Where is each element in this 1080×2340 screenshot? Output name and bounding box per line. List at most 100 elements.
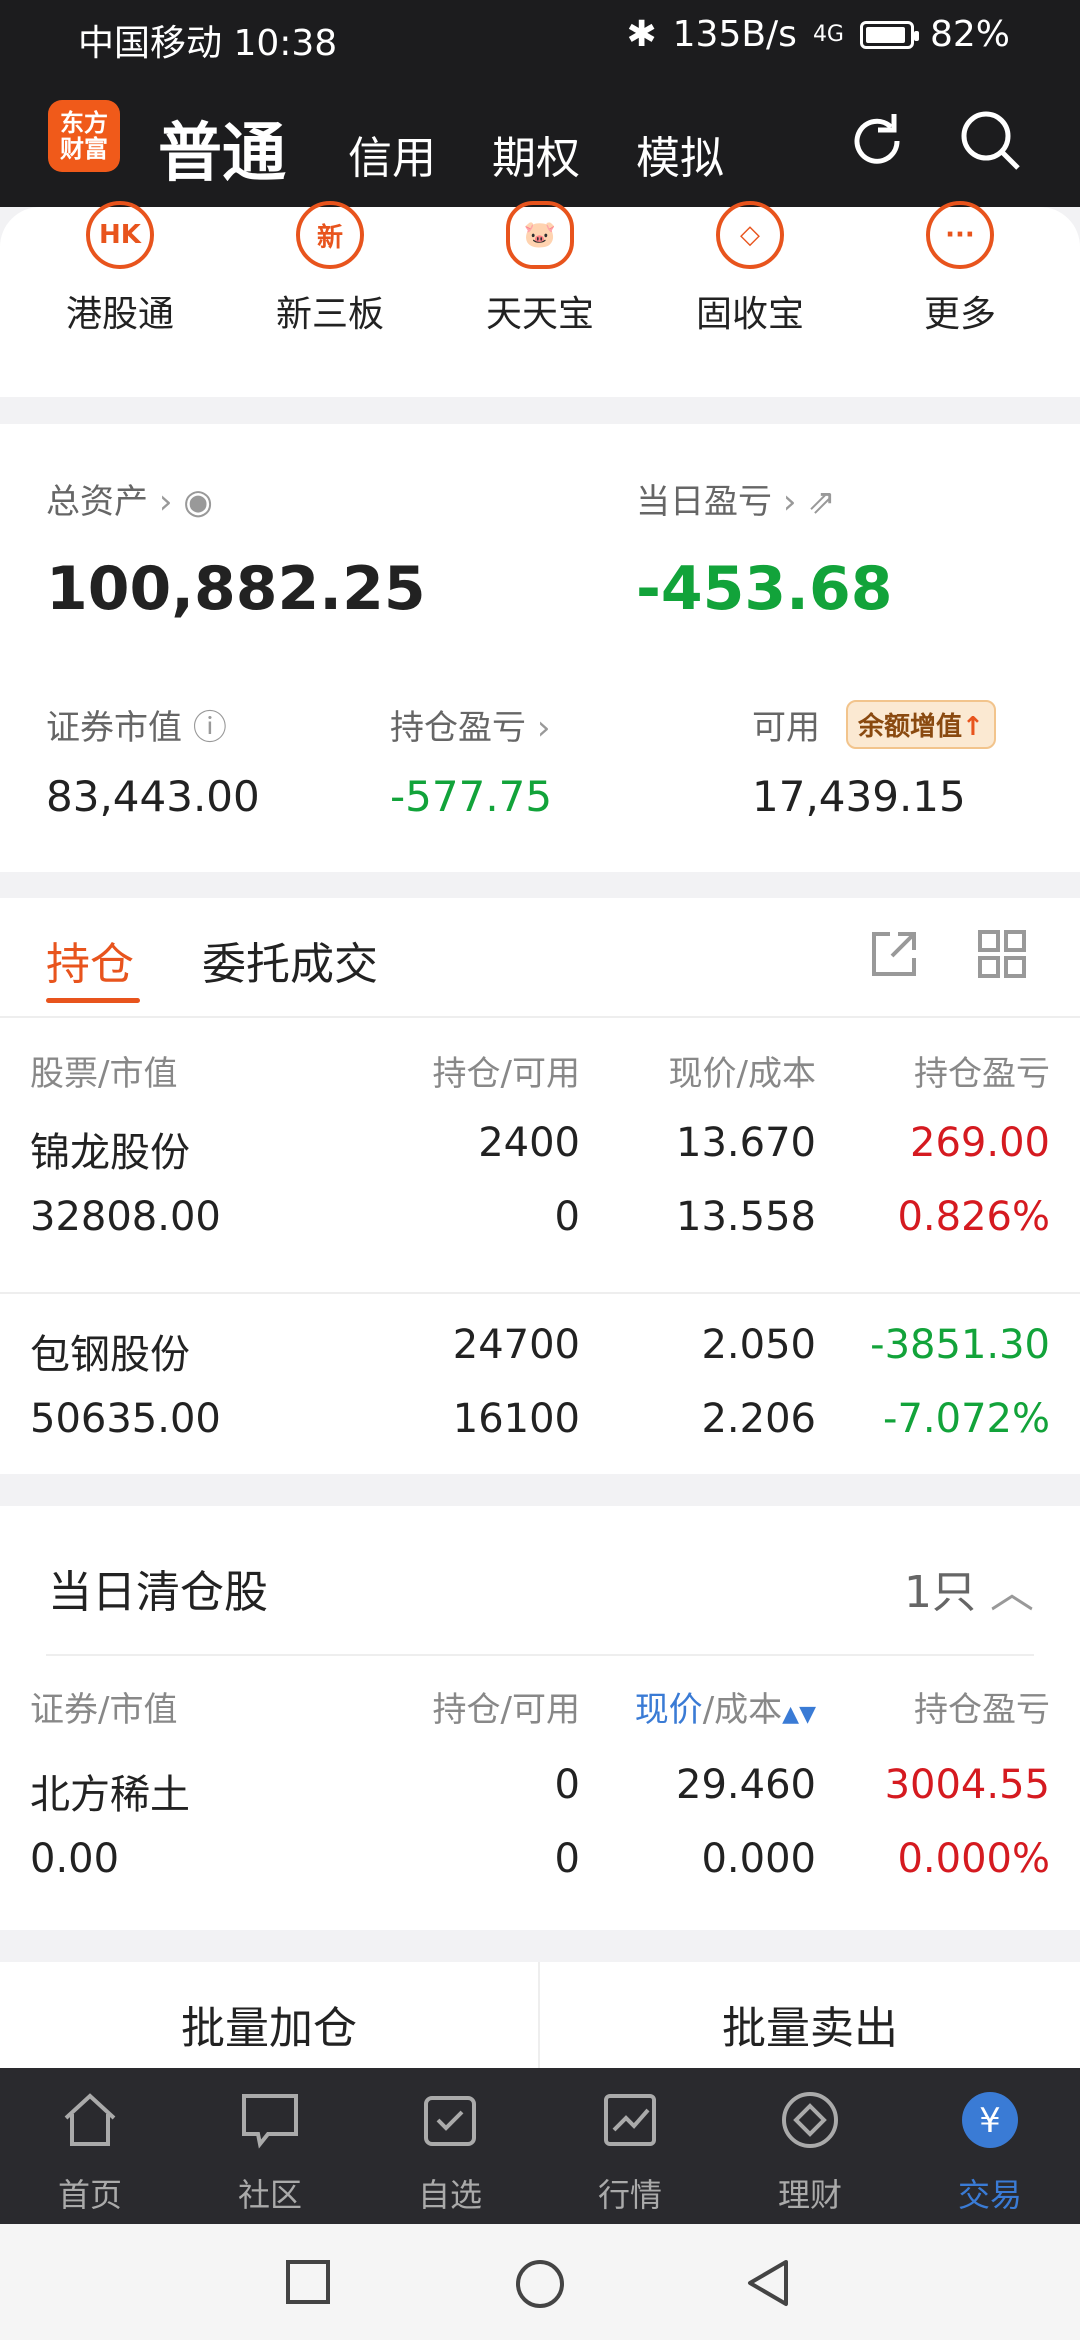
grid-icon[interactable] <box>976 928 1028 980</box>
diamond-icon <box>782 2092 838 2148</box>
eye-icon[interactable]: ◉ <box>183 482 213 522</box>
daily-pl-value: -453.68 <box>636 554 893 624</box>
nav-trade[interactable]: ¥ 交易 <box>930 2088 1050 2216</box>
available-value: 17,439.15 <box>752 772 966 821</box>
sort-icon: ▲▼ <box>782 1702 816 1727</box>
money-bag-icon: ◇ <box>716 201 784 269</box>
nav-label: 理财 <box>777 2176 842 2214</box>
refresh-icon[interactable] <box>842 106 912 176</box>
stock-name: 包钢股份 <box>30 1332 190 1378</box>
pl: 269.00 <box>910 1120 1050 1166</box>
status-bar: 中国移动 10:38 ✱ 135B/s 4G 82% <box>0 0 1080 82</box>
quick-links: HK 港股通 新 新三板 🐷 天天宝 ◇ 固收宝 ··· 更多 <box>0 201 1080 397</box>
nav-market[interactable]: 行情 <box>570 2088 690 2216</box>
quick-link-gsb[interactable]: ◇ 固收宝 <box>670 201 830 337</box>
export-icon[interactable] <box>868 928 920 980</box>
piggy-bank-icon: 🐷 <box>506 201 574 269</box>
divider <box>0 1292 1080 1294</box>
position-pl-label[interactable]: 持仓盈亏 › <box>390 700 550 749</box>
battery-icon <box>859 20 919 49</box>
cost: 0.000 <box>701 1836 816 1882</box>
nav-label: 社区 <box>237 2176 302 2214</box>
price: 2.050 <box>701 1322 816 1368</box>
nav-community[interactable]: 社区 <box>210 2088 330 2216</box>
search-icon[interactable] <box>956 106 1026 176</box>
nav-label: 自选 <box>417 2176 482 2214</box>
batch-add-button[interactable]: 批量加仓 <box>0 1962 538 2068</box>
pl: 3004.55 <box>884 1762 1050 1808</box>
cleared-toggle[interactable]: 1只 ︿ <box>904 1556 1034 1620</box>
balance-boost-badge[interactable]: 余额增值↑ <box>846 700 996 749</box>
quick-link-label: 固收宝 <box>695 294 804 335</box>
quick-link-neeq[interactable]: 新 新三板 <box>250 201 410 337</box>
daily-pl-label[interactable]: 当日盈亏 › ⇗ <box>636 474 836 523</box>
nav-watchlist[interactable]: 自选 <box>390 2088 510 2216</box>
header-pl: 持仓盈亏 <box>914 1690 1050 1730</box>
stock-name: 北方稀土 <box>30 1772 190 1818</box>
chart-icon <box>604 2094 656 2146</box>
tab-simulate[interactable]: 模拟 <box>636 122 724 186</box>
quick-link-more[interactable]: ··· 更多 <box>880 201 1040 337</box>
quick-link-label: 新三板 <box>275 294 384 335</box>
pl-pct: 0.000% <box>897 1836 1050 1882</box>
nav-label: 交易 <box>957 2176 1022 2214</box>
cleared-title: 当日清仓股 <box>48 1567 268 1618</box>
chevron-right-icon: › <box>782 482 797 522</box>
price: 29.460 <box>676 1762 816 1808</box>
stock-market-value: 32808.00 <box>30 1194 221 1240</box>
nav-home[interactable]: 首页 <box>30 2088 150 2216</box>
batch-sell-button[interactable]: 批量卖出 <box>540 1962 1080 2068</box>
divider <box>46 1654 1034 1656</box>
tab-options[interactable]: 期权 <box>492 122 580 186</box>
battery-percent: 82% <box>929 14 1010 55</box>
market-value-label[interactable]: 证券市值 ⓘ <box>46 700 227 749</box>
pl-pct: -7.072% <box>883 1396 1050 1442</box>
yuan-icon: ¥ <box>962 2092 1018 2148</box>
cost: 2.206 <box>701 1396 816 1442</box>
stock-market-value: 50635.00 <box>30 1396 221 1442</box>
signal-icon: 4G <box>812 22 844 47</box>
tab-normal[interactable]: 普通 <box>158 102 286 194</box>
total-assets-label[interactable]: 总资产 › ◉ <box>46 474 213 523</box>
pl: -3851.30 <box>870 1322 1050 1368</box>
assets-card: 总资产 › ◉ 100,882.25 当日盈亏 › ⇗ -453.68 证券市值… <box>0 424 1080 872</box>
chat-icon <box>242 2094 298 2149</box>
bluetooth-icon: ✱ <box>626 14 657 55</box>
chevron-right-icon: › <box>158 482 173 522</box>
new-icon: 新 <box>296 201 364 269</box>
quick-link-hk[interactable]: HK 港股通 <box>40 201 200 337</box>
available-label: 可用 <box>752 708 820 748</box>
divider <box>0 1016 1080 1018</box>
checkbox-icon <box>424 2096 476 2146</box>
tab-orders[interactable]: 委托成交 <box>202 928 378 992</box>
cleared-count: 1只 <box>904 1567 976 1618</box>
batch-bar: 批量加仓 批量卖出 <box>0 1962 1080 2068</box>
available: 16100 <box>452 1396 580 1442</box>
recent-apps-icon[interactable] <box>284 2258 332 2306</box>
home-circle-icon[interactable] <box>514 2258 566 2310</box>
back-icon[interactable] <box>744 2258 794 2308</box>
nav-wealth[interactable]: 理财 <box>750 2088 870 2216</box>
total-assets-value: 100,882.25 <box>46 554 426 624</box>
help-icon[interactable]: ⓘ <box>193 708 227 748</box>
nav-label: 行情 <box>597 2176 662 2214</box>
more-icon: ··· <box>926 201 994 269</box>
header-price: 现价/成本 <box>668 1054 816 1094</box>
quick-link-label: 更多 <box>923 294 996 335</box>
holding: 24700 <box>452 1322 580 1368</box>
svg-text:¥: ¥ <box>979 2101 1001 2141</box>
system-nav-bar <box>0 2224 1080 2340</box>
header-pl: 持仓盈亏 <box>914 1054 1050 1094</box>
cost: 13.558 <box>676 1194 816 1240</box>
share-icon[interactable]: ⇗ <box>807 482 836 522</box>
quick-link-ttb[interactable]: 🐷 天天宝 <box>460 201 620 337</box>
header-price-sort[interactable]: 现价/成本▲▼ <box>635 1682 816 1731</box>
quick-link-label: 港股通 <box>65 294 174 335</box>
header-holding: 持仓/可用 <box>432 1054 580 1094</box>
quick-link-label: 天天宝 <box>485 294 594 335</box>
stock-market-value: 0.00 <box>30 1836 120 1882</box>
market-value: 83,443.00 <box>46 772 260 821</box>
chevron-right-icon: › <box>536 708 551 748</box>
tab-holdings[interactable]: 持仓 <box>46 928 134 992</box>
tab-credit[interactable]: 信用 <box>348 122 436 186</box>
